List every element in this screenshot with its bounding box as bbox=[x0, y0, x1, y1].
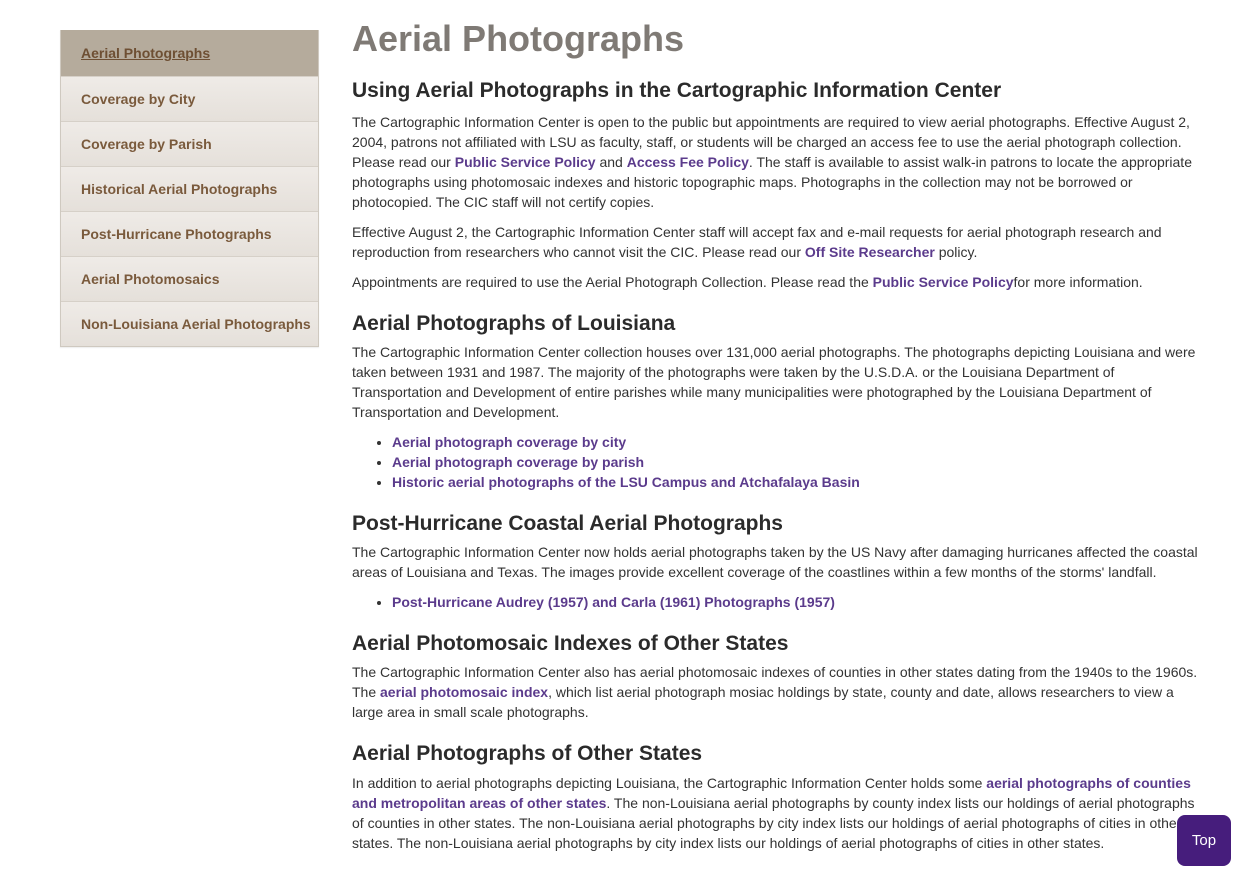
text: for more information. bbox=[1013, 274, 1143, 290]
list-item: Post-Hurricane Audrey (1957) and Carla (… bbox=[392, 592, 1200, 612]
section-paragraph: The Cartographic Information Center now … bbox=[352, 544, 1198, 580]
main-content: Aerial Photographs Using Aerial Photogra… bbox=[352, 14, 1200, 853]
public-service-policy-link[interactable]: Public Service Policy bbox=[455, 154, 596, 170]
page-title: Aerial Photographs bbox=[352, 18, 685, 59]
back-to-top-button[interactable]: Top bbox=[1177, 815, 1231, 866]
section-paragraph: The Cartographic Information Center also… bbox=[352, 662, 1200, 722]
sidebar-item-post-hurricane-photographs[interactable]: Post-Hurricane Photographs bbox=[61, 211, 318, 256]
section-paragraph: Appointments are required to use the Aer… bbox=[352, 272, 1200, 292]
section-paragraph: Effective August 2, the Cartographic Inf… bbox=[352, 222, 1200, 262]
section-paragraph: The Cartographic Information Center coll… bbox=[352, 344, 1196, 420]
sidebar-item-aerial-photomosaics[interactable]: Aerial Photomosaics bbox=[61, 256, 318, 301]
post-hurricane-links-list: Post-Hurricane Audrey (1957) and Carla (… bbox=[352, 592, 1200, 612]
section-heading-photomosaic-indexes: Aerial Photomosaic Indexes of Other Stat… bbox=[352, 632, 789, 655]
list-item: Aerial photograph coverage by parish bbox=[392, 452, 1200, 472]
access-fee-policy-link[interactable]: Access Fee Policy bbox=[627, 154, 749, 170]
coverage-by-city-link[interactable]: Aerial photograph coverage by city bbox=[392, 434, 626, 450]
text: policy. bbox=[934, 244, 978, 260]
sidebar-item-aerial-photographs[interactable]: Aerial Photographs bbox=[61, 30, 318, 76]
section-paragraph: The Cartographic Information Center is o… bbox=[352, 112, 1200, 212]
list-item: Aerial photograph coverage by city bbox=[392, 432, 1200, 452]
sidebar-item-non-louisiana-aerial-photographs[interactable]: Non-Louisiana Aerial Photographs bbox=[61, 301, 318, 346]
section-heading-post-hurricane: Post-Hurricane Coastal Aerial Photograph… bbox=[352, 512, 783, 535]
aerial-photomosaic-index-link[interactable]: aerial photomosaic index bbox=[380, 684, 548, 700]
section-heading-louisiana: Aerial Photographs of Louisiana bbox=[352, 312, 676, 335]
sidebar-item-coverage-by-parish[interactable]: Coverage by Parish bbox=[61, 121, 318, 166]
coverage-by-parish-link[interactable]: Aerial photograph coverage by parish bbox=[392, 454, 644, 470]
section-heading-other-states: Aerial Photographs of Other States bbox=[352, 742, 703, 765]
text: Appointments are required to use the Aer… bbox=[352, 274, 873, 290]
text: and bbox=[595, 154, 627, 170]
text: In addition to aerial photographs depict… bbox=[352, 775, 987, 791]
text: Effective August 2, the Cartographic Inf… bbox=[352, 224, 1162, 260]
off-site-researcher-link[interactable]: Off Site Researcher bbox=[805, 244, 935, 260]
historic-lsu-campus-link[interactable]: Historic aerial photographs of the LSU C… bbox=[392, 474, 860, 490]
sidebar-item-coverage-by-city[interactable]: Coverage by City bbox=[61, 76, 318, 121]
audrey-carla-photographs-link[interactable]: Post-Hurricane Audrey (1957) and Carla (… bbox=[392, 594, 835, 610]
public-service-policy-link-2[interactable]: Public Service Policy bbox=[873, 274, 1014, 290]
sidebar-nav: Aerial Photographs Coverage by City Cove… bbox=[60, 30, 319, 347]
louisiana-links-list: Aerial photograph coverage by city Aeria… bbox=[352, 432, 1200, 492]
sidebar-item-historical-aerial-photographs[interactable]: Historical Aerial Photographs bbox=[61, 166, 318, 211]
list-item: Historic aerial photographs of the LSU C… bbox=[392, 472, 1200, 492]
section-paragraph: In addition to aerial photographs depict… bbox=[352, 773, 1200, 853]
section-heading-using-aerial: Using Aerial Photographs in the Cartogra… bbox=[352, 79, 1002, 102]
